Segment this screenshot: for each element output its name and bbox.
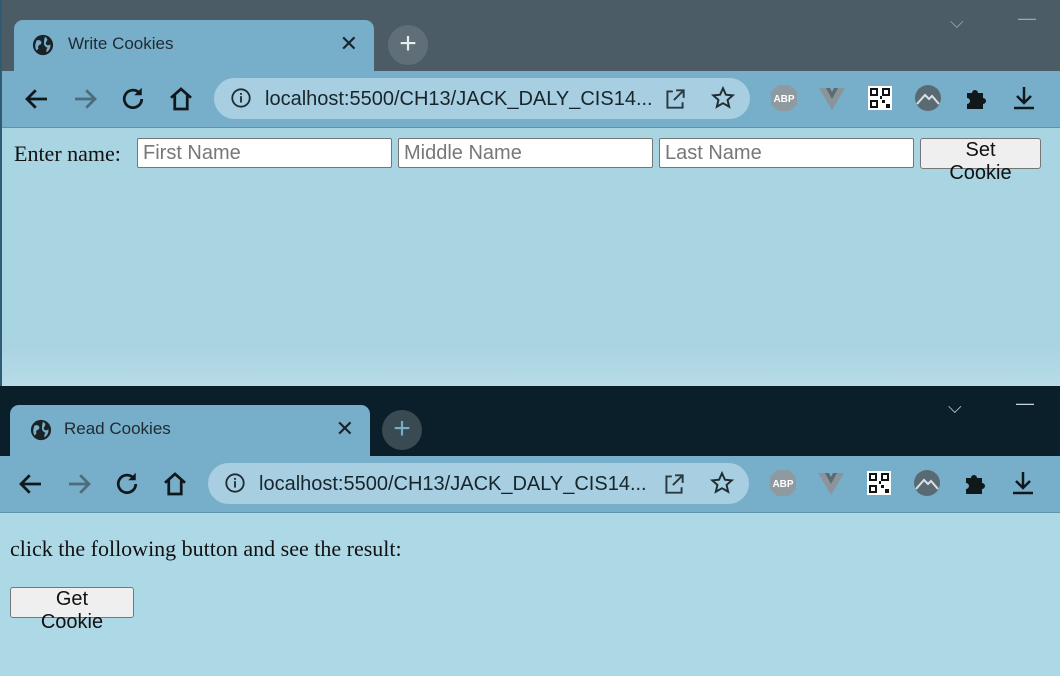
page-content: Enter name: Set Cookie [2,128,1060,386]
vue-devtools-icon[interactable] [817,83,847,113]
svg-text:ABP: ABP [773,94,794,105]
tab-search-icon[interactable]: ⌵ [948,397,962,418]
url-text: localhost:5500/CH13/JACK_DALY_CIS14... [259,473,647,495]
write-cookies-window: Write Cookies ✕ + ⌵ — localhost:5500/CH1… [0,0,1060,386]
tab-write-cookies[interactable]: Write Cookies ✕ [14,20,374,71]
forward-icon[interactable] [64,469,94,499]
vue-devtools-icon[interactable] [816,468,846,498]
window-shadow [2,346,1060,386]
adblock-plus-icon[interactable]: ABP [768,468,798,498]
puzzle-icon[interactable] [961,83,991,113]
new-tab-button[interactable]: + [382,410,422,450]
bookmark-star-icon[interactable] [709,470,735,496]
tab-strip: Read Cookies ✕ + ⌵ — [0,386,1060,456]
forward-icon[interactable] [70,84,100,114]
first-name-input[interactable] [137,138,392,168]
globe-icon [30,419,52,441]
close-tab-icon[interactable]: ✕ [340,32,358,56]
mountain-icon[interactable] [912,468,942,498]
download-icon[interactable] [1009,83,1039,113]
globe-icon [32,34,54,56]
set-cookie-button[interactable]: Set Cookie [920,138,1041,184]
reload-icon[interactable] [112,469,142,499]
url-text: localhost:5500/CH13/JACK_DALY_CIS14... [265,88,653,110]
read-cookies-window: Read Cookies ✕ + ⌵ — localhost:5500/CH13… [0,386,1060,676]
site-info-icon[interactable] [230,87,252,109]
qr-code-icon[interactable] [865,83,895,113]
tab-title: Write Cookies [68,34,174,53]
last-name-input[interactable] [659,138,914,168]
puzzle-icon[interactable] [960,468,990,498]
minimize-icon[interactable]: — [1016,393,1034,414]
mountain-icon[interactable] [913,83,943,113]
bookmark-star-icon[interactable] [710,85,736,111]
reload-icon[interactable] [118,84,148,114]
tab-read-cookies[interactable]: Read Cookies ✕ [10,405,370,456]
back-icon[interactable] [16,469,46,499]
address-bar[interactable]: localhost:5500/CH13/JACK_DALY_CIS14... [208,463,749,504]
qr-code-icon[interactable] [864,468,894,498]
tab-search-icon[interactable]: ⌵ [950,12,964,33]
page-content: click the following button and see the r… [0,513,1060,676]
minimize-icon[interactable]: — [1018,8,1036,29]
new-tab-button[interactable]: + [388,25,428,65]
close-tab-icon[interactable]: ✕ [336,417,354,441]
site-info-icon[interactable] [224,472,246,494]
share-icon[interactable] [662,86,688,112]
browser-toolbar: localhost:5500/CH13/JACK_DALY_CIS14... A… [2,71,1060,128]
instruction-text: click the following button and see the r… [10,536,402,561]
tab-title: Read Cookies [64,419,171,438]
svg-text:ABP: ABP [772,479,793,490]
address-bar[interactable]: localhost:5500/CH13/JACK_DALY_CIS14... [214,78,750,119]
tab-strip: Write Cookies ✕ + ⌵ — [2,0,1060,71]
browser-toolbar: localhost:5500/CH13/JACK_DALY_CIS14... A… [0,456,1060,513]
back-icon[interactable] [22,84,52,114]
home-icon[interactable] [166,84,196,114]
download-icon[interactable] [1008,468,1038,498]
home-icon[interactable] [160,469,190,499]
adblock-plus-icon[interactable]: ABP [769,83,799,113]
middle-name-input[interactable] [398,138,653,168]
get-cookie-button[interactable]: Get Cookie [10,587,134,633]
enter-name-label: Enter name: [14,141,121,166]
share-icon[interactable] [661,471,687,497]
